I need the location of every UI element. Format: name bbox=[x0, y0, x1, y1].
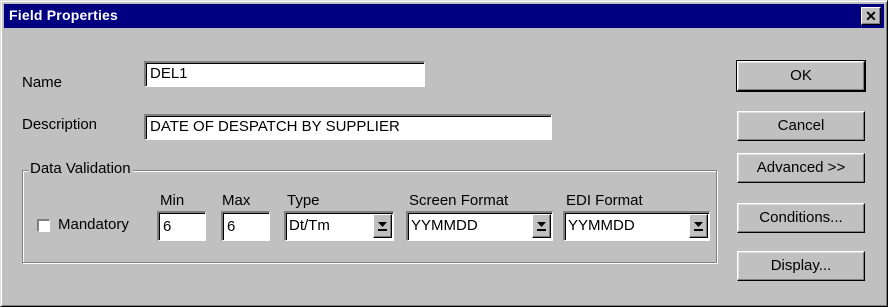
conditions-button[interactable]: Conditions... bbox=[737, 203, 865, 233]
chevron-down-icon bbox=[694, 222, 703, 231]
type-label: Type bbox=[287, 192, 320, 209]
chevron-down-icon bbox=[537, 222, 546, 231]
cancel-button[interactable]: Cancel bbox=[737, 111, 865, 141]
close-icon: ✕ bbox=[865, 8, 877, 24]
display-button[interactable]: Display... bbox=[737, 251, 865, 281]
screen-format-select-value: YYMMDD bbox=[411, 217, 478, 234]
type-select[interactable]: Dt/Tm bbox=[284, 211, 394, 241]
edi-format-select-arrow[interactable] bbox=[689, 214, 708, 238]
edi-format-select[interactable]: YYMMDD bbox=[563, 211, 710, 241]
name-input[interactable]: DEL1 bbox=[144, 61, 425, 87]
data-validation-title: Data Validation bbox=[28, 160, 133, 177]
dialog-title: Field Properties bbox=[9, 7, 119, 23]
screen-format-label: Screen Format bbox=[409, 192, 509, 209]
mandatory-checkbox[interactable] bbox=[37, 219, 50, 232]
advanced-button[interactable]: Advanced >> bbox=[737, 153, 865, 183]
mandatory-label: Mandatory bbox=[58, 216, 129, 233]
type-select-arrow[interactable] bbox=[373, 214, 392, 238]
description-input[interactable]: DATE OF DESPATCH BY SUPPLIER bbox=[144, 114, 552, 140]
min-input[interactable]: 6 bbox=[157, 211, 206, 241]
close-button[interactable]: ✕ bbox=[861, 7, 881, 25]
min-label: Min bbox=[160, 192, 185, 209]
max-label: Max bbox=[222, 192, 251, 209]
edi-format-label: EDI Format bbox=[566, 192, 643, 209]
chevron-down-icon bbox=[378, 222, 387, 231]
screen-format-select[interactable]: YYMMDD bbox=[406, 211, 553, 241]
ok-button[interactable]: OK bbox=[736, 60, 866, 92]
edi-format-select-value: YYMMDD bbox=[568, 217, 635, 234]
type-select-value: Dt/Tm bbox=[289, 217, 330, 234]
title-bar[interactable]: Field Properties ✕ bbox=[4, 4, 884, 28]
screen-format-select-arrow[interactable] bbox=[532, 214, 551, 238]
description-label: Description bbox=[22, 116, 98, 133]
name-label: Name bbox=[22, 74, 63, 91]
max-input[interactable]: 6 bbox=[221, 211, 270, 241]
